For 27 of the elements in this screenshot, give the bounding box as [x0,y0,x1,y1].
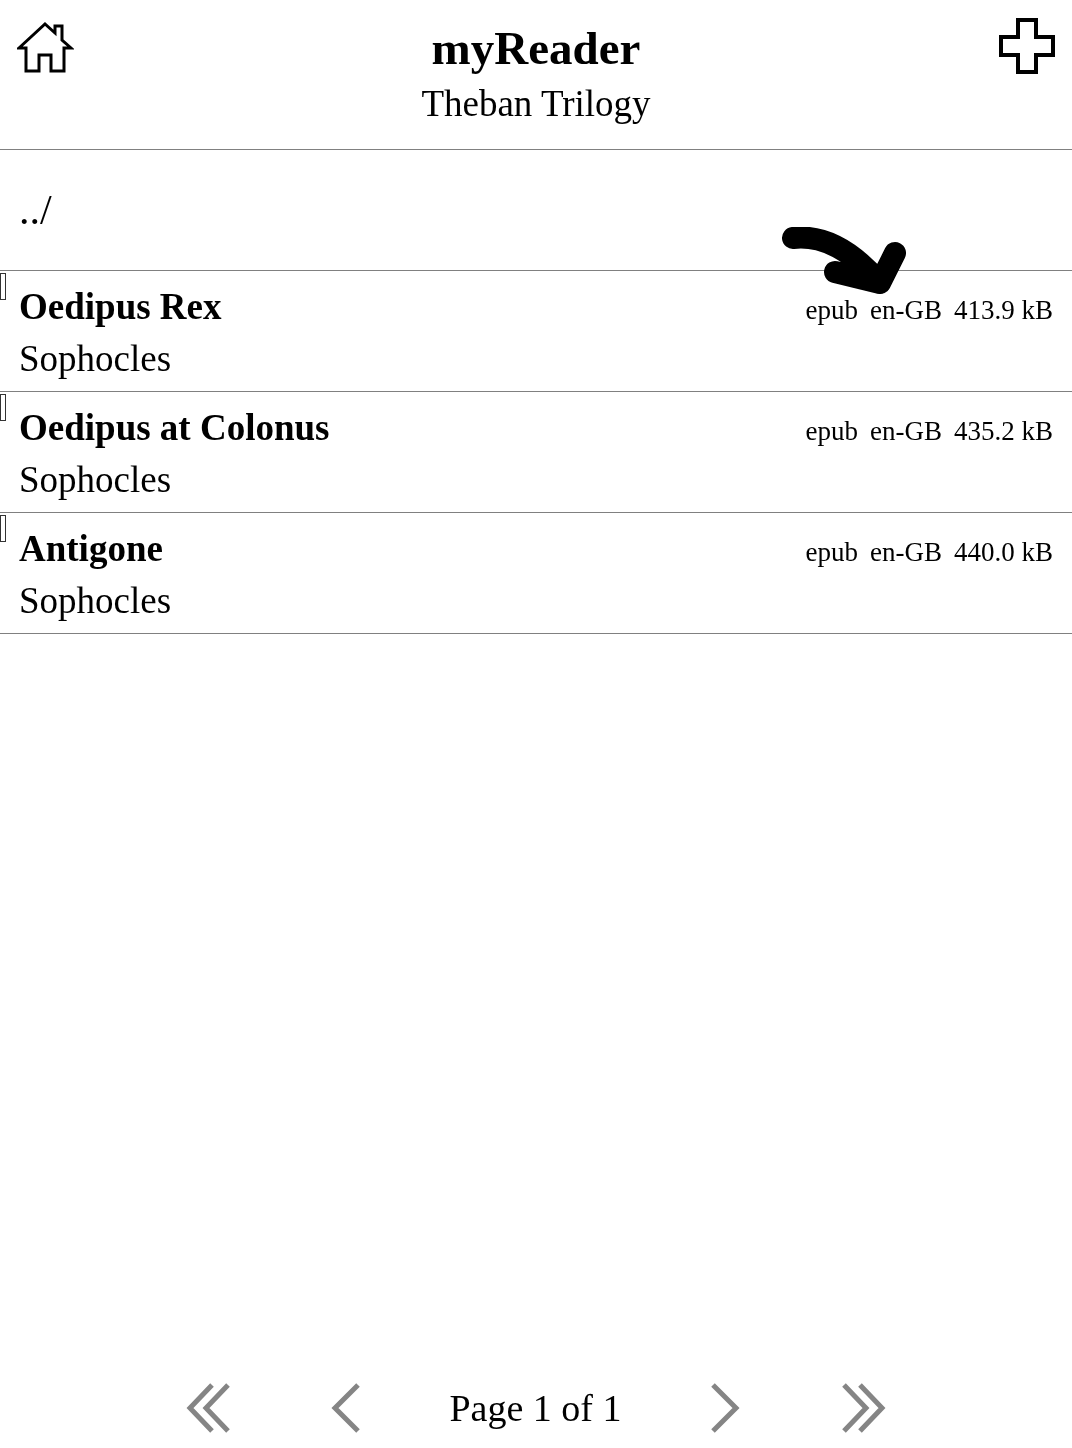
file-format: epub [805,294,858,326]
file-format: epub [805,415,858,447]
book-author: Sophocles [19,337,172,381]
book-title: Oedipus at Colonus [19,406,330,450]
marker-icon [0,273,6,300]
page-indicator: Page 1 of 1 [449,1386,622,1431]
folder-title: Theban Trilogy [421,82,651,126]
marker-icon [0,394,6,421]
language-code: en-GB [870,415,942,447]
book-list-item[interactable]: Oedipus Rex epub en-GB 413.9 kB Sophocles [0,271,1072,392]
file-size: 413.9 kB [954,294,1053,326]
parent-folder-link[interactable]: ../ [19,186,52,234]
language-code: en-GB [870,294,942,326]
book-title: Oedipus Rex [19,285,222,329]
book-author: Sophocles [19,579,172,623]
file-size: 435.2 kB [954,415,1053,447]
file-size: 440.0 kB [954,536,1053,568]
plus-icon[interactable] [999,18,1055,74]
home-icon[interactable] [17,21,74,74]
language-code: en-GB [870,536,942,568]
book-list-item[interactable]: Antigone epub en-GB 440.0 kB Sophocles [0,513,1072,634]
book-list-item[interactable]: Oedipus at Colonus epub en-GB 435.2 kB Sophocles [0,392,1072,513]
file-format: epub [805,536,858,568]
marker-icon [0,515,6,542]
app-title: myReader [431,21,641,76]
book-author: Sophocles [19,458,172,502]
book-title: Antigone [19,527,163,571]
